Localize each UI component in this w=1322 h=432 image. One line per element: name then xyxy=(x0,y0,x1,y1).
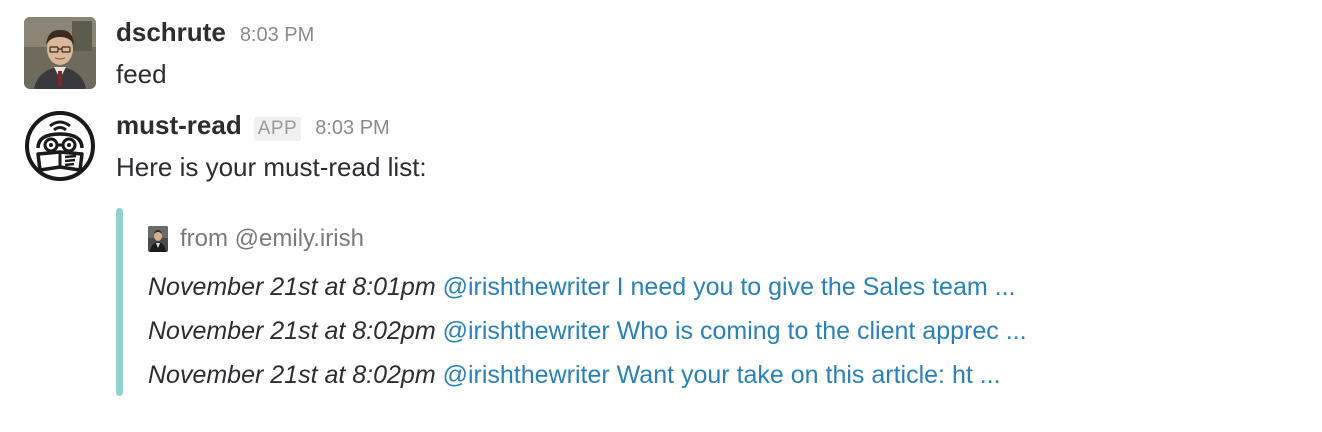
username[interactable]: must-read xyxy=(116,110,242,141)
message-header: must-read APP 8:03 PM xyxy=(116,110,1296,150)
feed-item: November 21st at 8:02pm @irishthewriter … xyxy=(148,309,1248,353)
attachment-color-bar xyxy=(116,208,123,396)
feed-item-date: November 21st at 8:02pm xyxy=(148,317,443,345)
author-photo-icon xyxy=(148,226,168,252)
username[interactable]: dschrute xyxy=(116,17,226,48)
feed-item-date: November 21st at 8:02pm xyxy=(148,361,443,389)
timestamp[interactable]: 8:03 PM xyxy=(240,24,314,47)
feed-item: November 21st at 8:01pm @irishthewriter … xyxy=(148,265,1248,309)
feed-list: November 21st at 8:01pm @irishthewriter … xyxy=(148,265,1248,397)
attachment-author-name: from @emily.irish xyxy=(180,225,364,252)
avatar[interactable] xyxy=(24,110,96,182)
avatar[interactable] xyxy=(24,17,96,89)
attachment-content: from @emily.irish November 21st at 8:01p… xyxy=(148,222,1248,397)
feed-item: November 21st at 8:02pm @irishthewriter … xyxy=(148,353,1248,397)
author-avatar[interactable] xyxy=(148,226,168,252)
message-header: dschrute 8:03 PM xyxy=(116,17,1296,57)
attachment: from @emily.irish November 21st at 8:01p… xyxy=(116,208,1266,396)
robot-reader-icon xyxy=(25,111,95,181)
feed-item-link[interactable]: @irishthewriter Who is coming to the cli… xyxy=(443,317,1027,345)
app-badge: APP xyxy=(253,117,302,141)
feed-item-link[interactable]: @irishthewriter Want your take on this a… xyxy=(443,361,1001,389)
user-photo-icon xyxy=(24,17,96,89)
feed-item-link[interactable]: @irishthewriter I need you to give the S… xyxy=(443,273,1016,301)
message-text: Here is your must-read list: xyxy=(116,152,427,182)
message-body: must-read APP 8:03 PM Here is your must-… xyxy=(116,110,1296,184)
timestamp[interactable]: 8:03 PM xyxy=(315,117,389,140)
message-body: dschrute 8:03 PM feed xyxy=(116,17,1296,91)
message-text: feed xyxy=(116,59,167,89)
attachment-author: from @emily.irish xyxy=(148,222,1248,256)
feed-item-date: November 21st at 8:01pm xyxy=(148,273,443,301)
